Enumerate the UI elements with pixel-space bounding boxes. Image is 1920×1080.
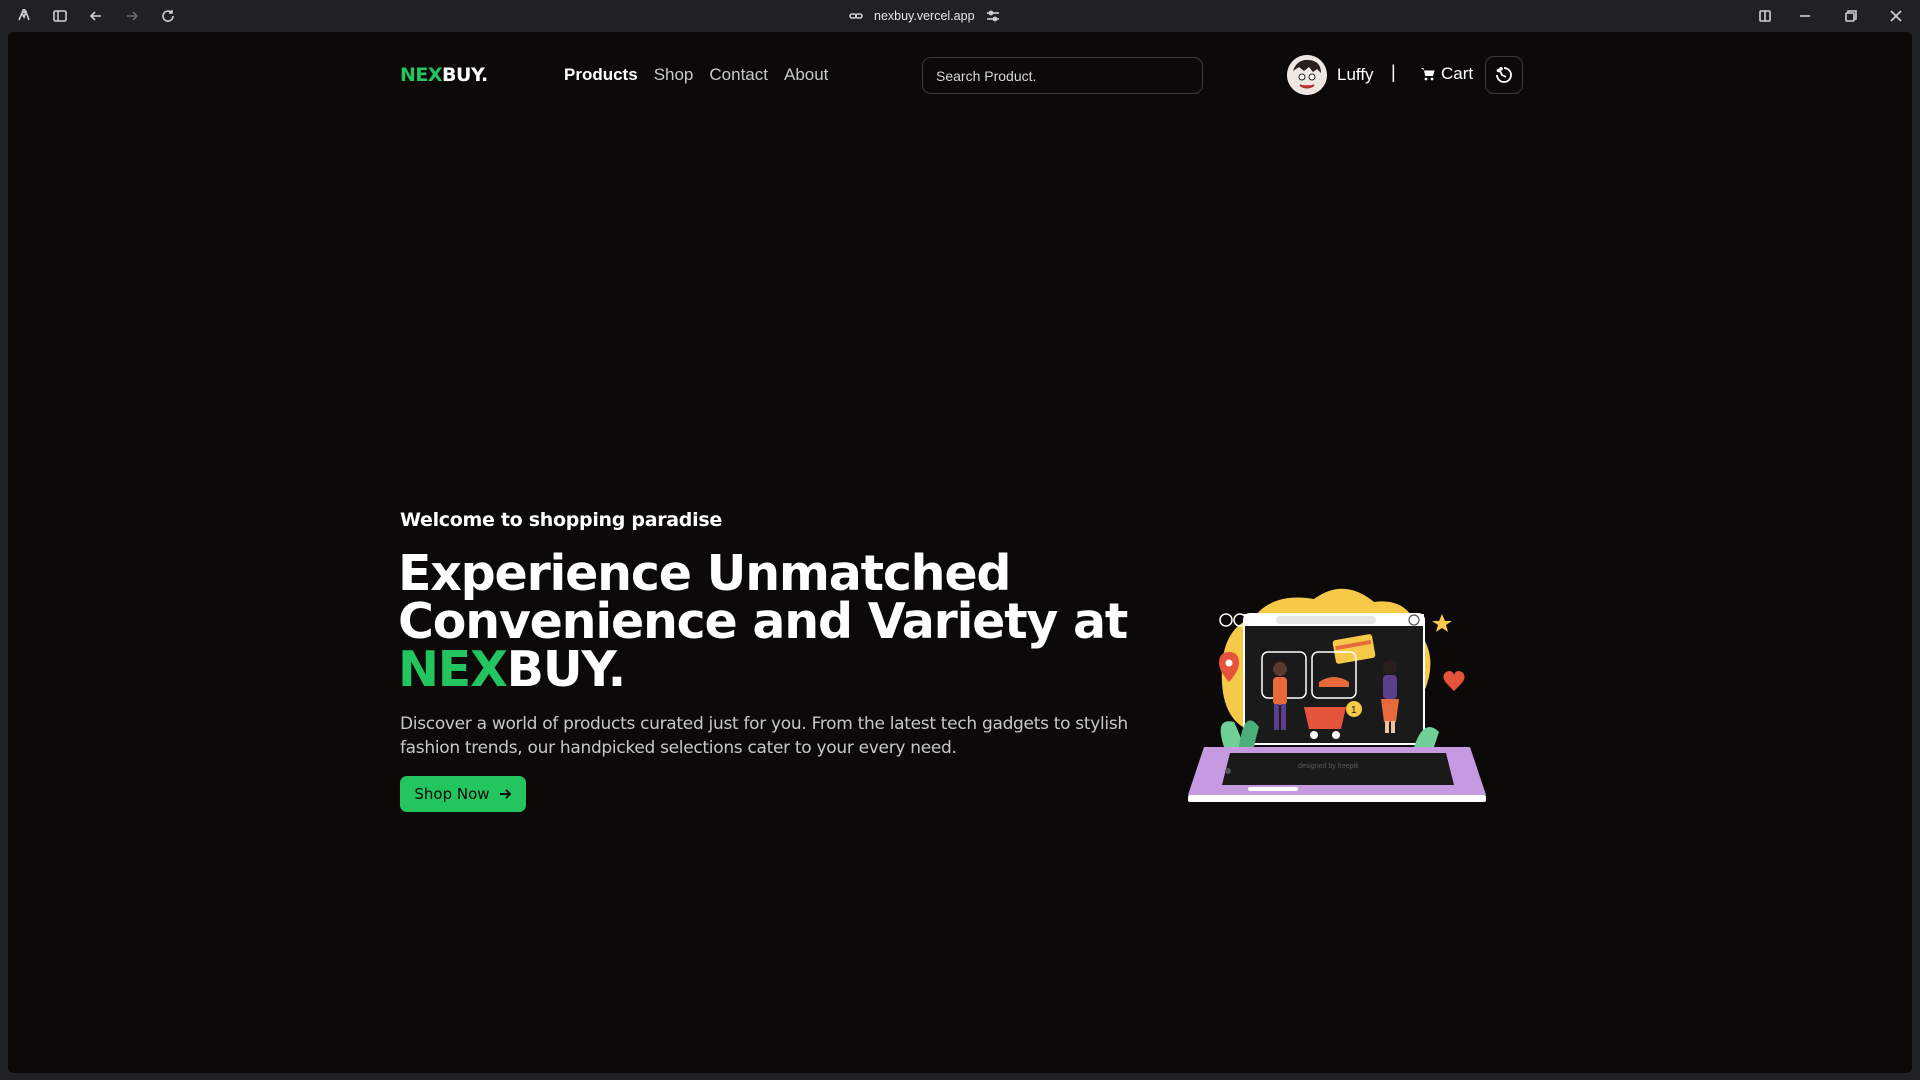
- nav-separator: |: [1391, 62, 1396, 82]
- user-name: Luffy: [1337, 65, 1374, 84]
- avatar[interactable]: [1287, 55, 1327, 95]
- hero-headline: Experience Unmatched Convenience and Var…: [398, 549, 1158, 694]
- theme-icon: [1496, 67, 1512, 83]
- svg-text:1: 1: [1351, 705, 1357, 716]
- headline-brand-nex: NEX: [398, 641, 508, 698]
- headline-brand-buy: BUY.: [506, 641, 627, 698]
- url-text: nexbuy.vercel.app: [874, 9, 975, 23]
- restore-icon[interactable]: [1841, 6, 1861, 26]
- nav-link-products[interactable]: Products: [564, 65, 638, 85]
- extensions-icon[interactable]: [14, 6, 34, 26]
- browser-toolbar: nexbuy.vercel.app: [0, 0, 1920, 32]
- logo[interactable]: NEXBUY.: [400, 64, 488, 86]
- address-bar[interactable]: nexbuy.vercel.app: [848, 6, 1001, 26]
- user-menu[interactable]: Luffy: [1287, 55, 1374, 95]
- hero-welcome: Welcome to shopping paradise: [400, 509, 722, 531]
- hero-description: Discover a world of products curated jus…: [400, 714, 1128, 758]
- split-view-icon[interactable]: [1755, 6, 1775, 26]
- headline-text: Experience Unmatched Convenience and Var…: [398, 545, 1128, 650]
- search-input[interactable]: [922, 57, 1203, 94]
- close-icon[interactable]: [1886, 6, 1906, 26]
- shop-now-button[interactable]: Shop Now: [400, 776, 526, 812]
- nav-link-shop[interactable]: Shop: [654, 65, 694, 85]
- nav-link-contact[interactable]: Contact: [709, 65, 768, 85]
- arrow-right-icon: [499, 789, 511, 799]
- shopping-illustration: 1: [1188, 588, 1486, 802]
- sidebar-icon[interactable]: [50, 6, 70, 26]
- cart-label: Cart: [1441, 64, 1474, 83]
- reload-icon[interactable]: [158, 6, 178, 26]
- cart-icon: [1421, 68, 1435, 81]
- back-icon[interactable]: [86, 6, 106, 26]
- minimize-icon[interactable]: [1795, 6, 1815, 26]
- logo-nex: NEX: [400, 64, 443, 86]
- navbar: NEXBUY. Products Shop Contact About Luff…: [8, 32, 1912, 122]
- shop-now-label: Shop Now: [414, 785, 490, 803]
- tune-icon[interactable]: [985, 8, 1001, 24]
- forward-icon[interactable]: [122, 6, 142, 26]
- logo-buy: BUY.: [442, 64, 488, 86]
- theme-toggle-button[interactable]: [1485, 56, 1523, 94]
- nav-link-about[interactable]: About: [784, 65, 828, 85]
- link-icon: [849, 13, 863, 19]
- cart-button[interactable]: Cart: [1420, 64, 1473, 84]
- page-viewport: NEXBUY. Products Shop Contact About Luff…: [8, 32, 1912, 1073]
- nav-links: Products Shop Contact About: [564, 65, 828, 85]
- illustration-credit: designed by freepik: [1298, 763, 1359, 770]
